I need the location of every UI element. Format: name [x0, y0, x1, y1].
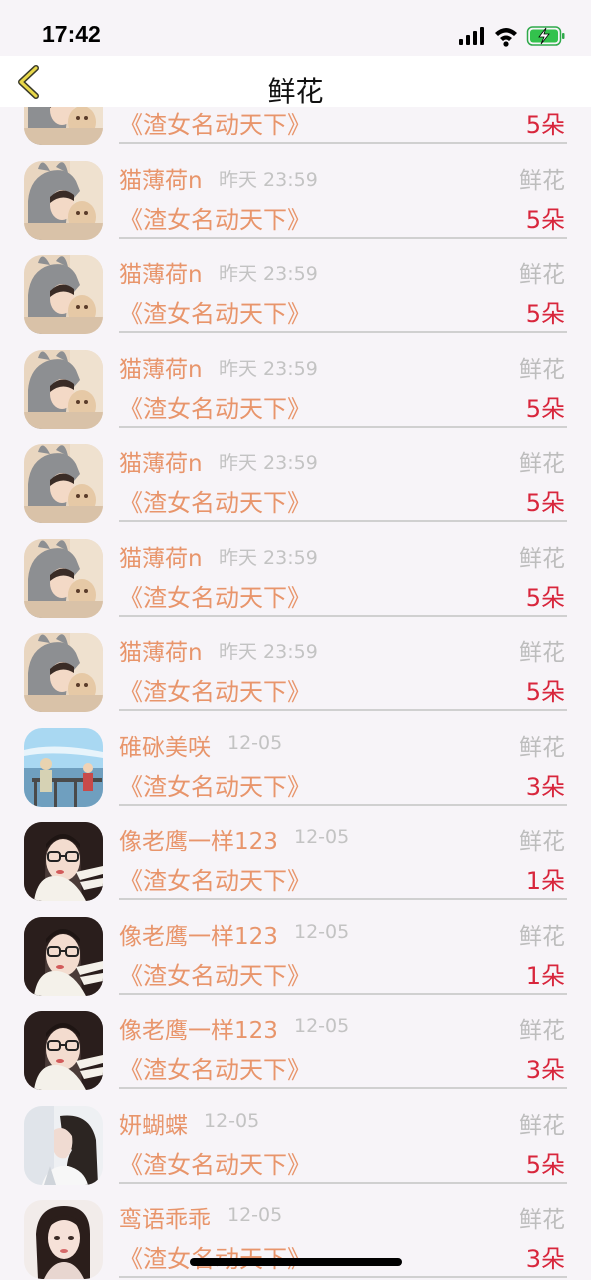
timestamp: 昨天 23:59: [219, 452, 318, 474]
list-item[interactable]: 猫薄荷n 昨天 23:59 鲜花《渣女名动天下》 5朵: [0, 239, 591, 334]
page-title: 鲜花: [267, 75, 324, 108]
list-item[interactable]: 像老鹰一样123 12-05 鲜花《渣女名动天下》 1朵: [0, 806, 591, 901]
flower-list[interactable]: 猫薄荷n昨天 23:59鲜花《渣女名动天下》5朵猫薄荷n昨天 23:59鲜花《渣…: [0, 107, 591, 1280]
gift-type: 鲜花: [519, 923, 565, 950]
gift-type: 鲜花: [519, 1018, 565, 1044]
avatar[interactable]: [24, 350, 103, 429]
list-item[interactable]: 猫薄荷n 昨天 23:59 鲜花《渣女名动天下》 5朵: [0, 145, 591, 240]
timestamp: 12-05: [294, 1015, 350, 1037]
gift-type: 鲜花: [519, 1207, 565, 1233]
flower-count: 3朵: [525, 772, 565, 801]
status-bar: 17:42: [0, 0, 591, 56]
timestamp: 昨天 23:59: [219, 263, 318, 285]
gift-type: 鲜花: [519, 734, 565, 761]
avatar[interactable]: [24, 444, 103, 523]
user-name[interactable]: 鸾语乖乖: [119, 1200, 211, 1234]
book-title[interactable]: 《渣女名动天下》: [119, 956, 311, 991]
avatar[interactable]: [24, 255, 103, 334]
book-title[interactable]: 《渣女名动天下》: [119, 1145, 311, 1180]
book-title[interactable]: 《渣女名动天下》: [119, 1050, 311, 1085]
user-name[interactable]: 猫薄荷n: [119, 539, 203, 573]
book-title[interactable]: 《渣女名动天下》: [119, 672, 311, 707]
list-item[interactable]: 猫薄荷n昨天 23:59鲜花《渣女名动天下》5朵: [0, 107, 591, 145]
flower-count: 5朵: [525, 205, 565, 234]
flower-count: 5朵: [525, 678, 565, 706]
avatar[interactable]: [24, 1200, 103, 1279]
user-name[interactable]: 碓砯美咲: [119, 728, 211, 762]
timestamp: 12-05: [204, 1109, 260, 1132]
avatar[interactable]: [24, 539, 103, 618]
book-title[interactable]: 《渣女名动天下》: [119, 767, 311, 802]
timestamp: 昨天 23:59: [219, 641, 318, 663]
gift-type: 鲜花: [519, 167, 565, 194]
gift-type: 鲜花: [519, 829, 565, 855]
book-title[interactable]: 《渣女名动天下》: [119, 294, 311, 329]
flower-count: 1朵: [525, 867, 565, 895]
flower-count: 5朵: [525, 489, 565, 517]
status-icons: [459, 26, 565, 47]
book-title[interactable]: 《渣女名动天下》: [119, 578, 311, 613]
avatar[interactable]: [24, 822, 103, 901]
user-name[interactable]: 猫薄荷n: [119, 444, 203, 478]
user-name[interactable]: 猫薄荷n: [119, 161, 203, 195]
gift-type: 鲜花: [519, 356, 565, 383]
flower-count: 5朵: [525, 583, 565, 612]
flower-count: 5朵: [525, 300, 565, 328]
timestamp: 12-05: [294, 920, 350, 943]
list-item[interactable]: 妍蝴蝶 12-05 鲜花《渣女名动天下》 5朵: [0, 1090, 591, 1185]
book-title[interactable]: 《渣女名动天下》: [119, 1239, 311, 1274]
gift-type: 鲜花: [519, 1112, 565, 1139]
list-item[interactable]: 猫薄荷n 昨天 23:59 鲜花《渣女名动天下》 5朵: [0, 523, 591, 618]
gift-type: 鲜花: [519, 545, 565, 572]
avatar[interactable]: [24, 728, 103, 807]
user-name[interactable]: 猫薄荷n: [119, 350, 203, 384]
gift-type: 鲜花: [519, 451, 565, 477]
book-title[interactable]: 《渣女名动天下》: [119, 200, 311, 235]
wifi-icon: [495, 28, 517, 47]
user-name[interactable]: 妍蝴蝶: [119, 1106, 188, 1140]
avatar[interactable]: [24, 1011, 103, 1090]
flower-count: 3朵: [525, 1056, 565, 1084]
battery-icon: [526, 26, 565, 46]
avatar[interactable]: [24, 161, 103, 240]
timestamp: 昨天 23:59: [219, 546, 318, 569]
flower-count: 3朵: [525, 1245, 565, 1273]
list-item[interactable]: 猫薄荷n 昨天 23:59 鲜花《渣女名动天下》 5朵: [0, 428, 591, 523]
list-item[interactable]: 像老鹰一样123 12-05 鲜花《渣女名动天下》 3朵: [0, 995, 591, 1090]
nav-bar: 鲜花: [0, 56, 591, 108]
flower-count: 5朵: [525, 1150, 565, 1179]
avatar[interactable]: [24, 1106, 103, 1185]
timestamp: 昨天 23:59: [219, 168, 318, 191]
user-name[interactable]: 像老鹰一样123: [119, 917, 278, 951]
home-indicator: [190, 1258, 402, 1266]
flower-count: 5朵: [525, 111, 565, 139]
book-title[interactable]: 《渣女名动天下》: [119, 389, 311, 424]
user-name[interactable]: 猫薄荷n: [119, 633, 203, 667]
avatar[interactable]: [24, 633, 103, 712]
divider: [119, 1276, 567, 1278]
timestamp: 12-05: [227, 1204, 283, 1226]
list-item[interactable]: 猫薄荷n 昨天 23:59 鲜花《渣女名动天下》 5朵: [0, 617, 591, 712]
user-name[interactable]: 像老鹰一样123: [119, 822, 278, 856]
flower-count: 5朵: [525, 394, 565, 423]
book-title[interactable]: 《渣女名动天下》: [119, 107, 311, 140]
avatar[interactable]: [24, 107, 103, 145]
user-name[interactable]: 猫薄荷n: [119, 255, 203, 289]
list-item[interactable]: 像老鹰一样123 12-05 鲜花《渣女名动天下》 1朵: [0, 901, 591, 996]
signal-icon: [459, 27, 484, 45]
gift-type: 鲜花: [519, 640, 565, 666]
book-title[interactable]: 《渣女名动天下》: [119, 483, 311, 518]
gift-type: 鲜花: [519, 262, 565, 288]
avatar[interactable]: [24, 917, 103, 996]
book-title[interactable]: 《渣女名动天下》: [119, 861, 311, 896]
list-item[interactable]: 碓砯美咲 12-05 鲜花《渣女名动天下》 3朵: [0, 712, 591, 807]
timestamp: 12-05: [227, 731, 283, 754]
user-name[interactable]: 像老鹰一样123: [119, 1011, 278, 1045]
status-time: 17:42: [42, 21, 101, 47]
timestamp: 12-05: [294, 826, 350, 848]
flower-count: 1朵: [525, 961, 565, 990]
list-item[interactable]: 猫薄荷n 昨天 23:59 鲜花《渣女名动天下》 5朵: [0, 334, 591, 429]
timestamp: 昨天 23:59: [219, 357, 318, 380]
